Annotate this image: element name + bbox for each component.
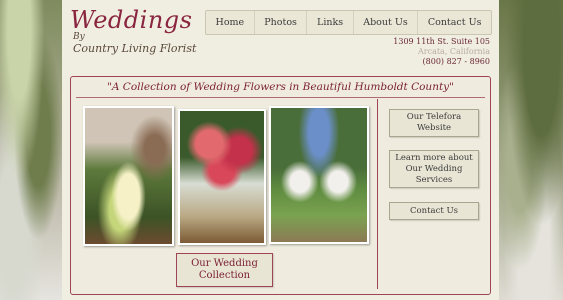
main-nav: Home Photos Links About Us Contact Us xyxy=(205,10,492,35)
garden-background-right xyxy=(491,0,563,300)
divider-vertical xyxy=(377,99,378,289)
address-phone: (800) 827 - 8960 xyxy=(422,57,490,66)
centerpiece-photo xyxy=(178,109,266,245)
ceremony-aisle-photo xyxy=(269,106,369,244)
nav-item-about-us[interactable]: About Us xyxy=(352,11,418,34)
address-block: 1309 11th St. Suite 105 Arcata, Californ… xyxy=(393,37,490,67)
logo-subtitle: Country Living Florist xyxy=(73,42,197,55)
logo-by: By xyxy=(73,32,85,42)
logo-title[interactable]: Weddings xyxy=(70,6,192,34)
contact-us-button[interactable]: Contact Us xyxy=(389,202,479,220)
telefora-website-button[interactable]: Our Telefora Website xyxy=(389,109,479,137)
page-container: Weddings By Country Living Florist Home … xyxy=(62,0,499,300)
wedding-collection-button[interactable]: Our Wedding Collection xyxy=(176,253,273,287)
content-panel: "A Collection of Wedding Flowers in Beau… xyxy=(70,76,491,295)
wedding-services-button[interactable]: Learn more about Our Wedding Services xyxy=(389,150,479,188)
nav-item-contact-us[interactable]: Contact Us xyxy=(417,11,491,34)
tagline: "A Collection of Wedding Flowers in Beau… xyxy=(107,81,454,93)
nav-item-home[interactable]: Home xyxy=(206,11,254,34)
nav-item-photos[interactable]: Photos xyxy=(253,11,307,34)
divider-horizontal xyxy=(76,97,485,98)
address-city: Arcata, California xyxy=(417,47,490,56)
bouquet-photo xyxy=(83,106,174,246)
nav-item-links[interactable]: Links xyxy=(306,11,352,34)
garden-background-left xyxy=(0,0,64,300)
address-street: 1309 11th St. Suite 105 xyxy=(393,37,490,46)
